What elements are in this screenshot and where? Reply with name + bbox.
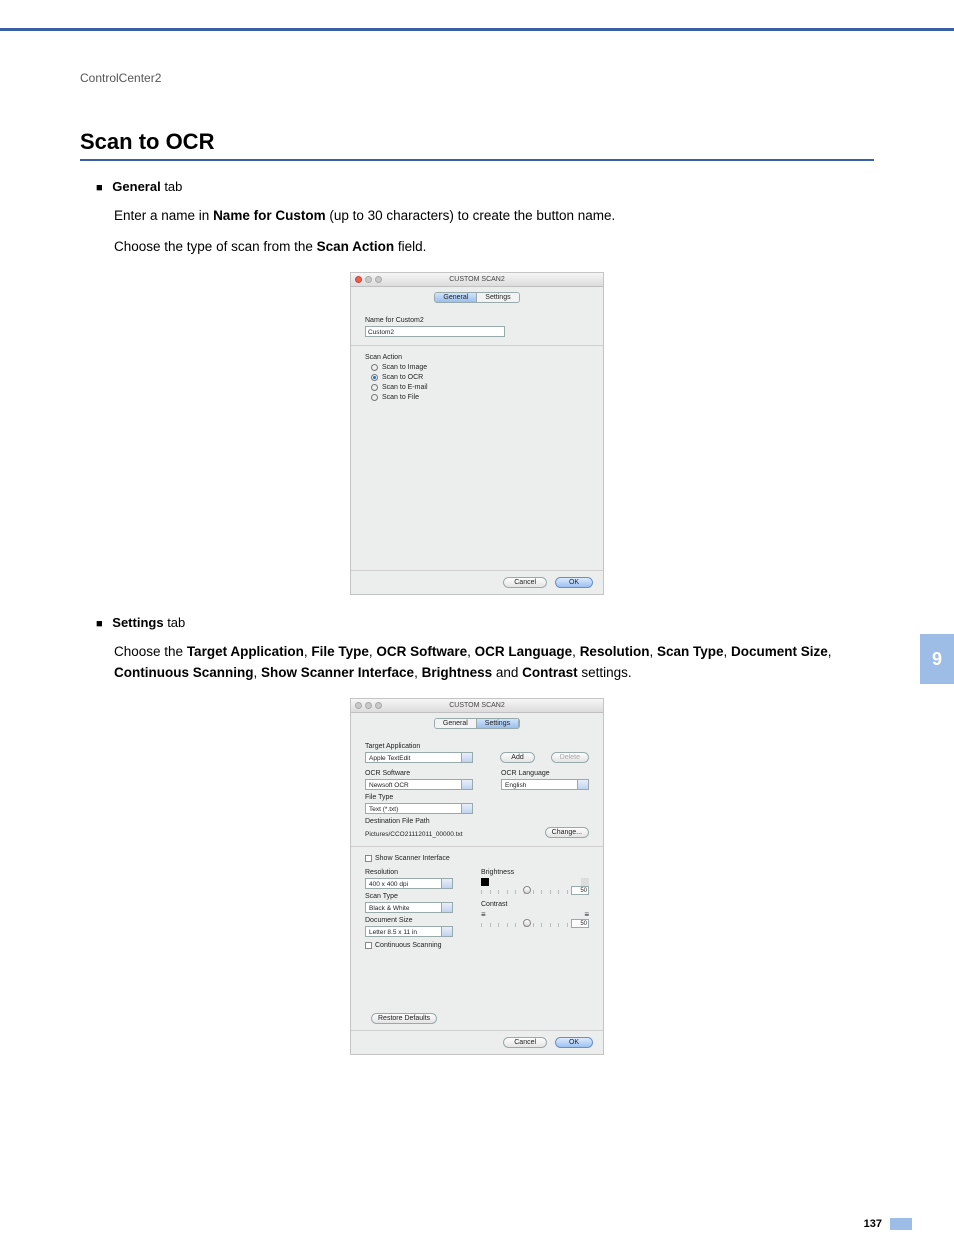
close-icon[interactable] bbox=[355, 702, 362, 709]
destination-path-label: Destination File Path bbox=[365, 818, 589, 825]
tab-settings[interactable]: Settings bbox=[477, 293, 518, 302]
dialog-general: CUSTOM SCAN2 General Settings Name for C… bbox=[350, 272, 604, 595]
target-application-select[interactable]: Apple TextEdit▴▾ bbox=[365, 752, 473, 763]
cancel-button[interactable]: Cancel bbox=[503, 1037, 547, 1048]
radio-scan-to-email[interactable]: Scan to E-mail bbox=[371, 384, 589, 391]
page-title: Scan to OCR bbox=[80, 129, 874, 161]
close-icon[interactable] bbox=[355, 276, 362, 283]
show-scanner-checkbox[interactable]: Show Scanner Interface bbox=[365, 855, 589, 862]
square-bullet-icon: ■ bbox=[96, 618, 103, 630]
file-type-select[interactable]: Text (*.txt)▴▾ bbox=[365, 803, 473, 814]
dialog-title: CUSTOM SCAN2 bbox=[449, 276, 505, 283]
name-for-custom-label: Name for Custom2 bbox=[365, 317, 589, 324]
continuous-scanning-checkbox[interactable]: Continuous Scanning bbox=[365, 942, 457, 949]
brightness-light-icon bbox=[581, 878, 589, 886]
dialog-titlebar: CUSTOM SCAN2 bbox=[351, 273, 603, 287]
tab-settings[interactable]: Settings bbox=[477, 719, 519, 728]
page-number-bar bbox=[890, 1218, 912, 1230]
brightness-slider[interactable] bbox=[481, 887, 568, 893]
ok-button[interactable]: OK bbox=[555, 1037, 593, 1048]
brightness-dark-icon bbox=[481, 878, 489, 886]
body-line-2: Choose the type of scan from the Scan Ac… bbox=[114, 237, 874, 258]
bullet-general: ■ General tab bbox=[96, 179, 874, 194]
contrast-high-icon: ≡ bbox=[584, 910, 589, 919]
ok-button[interactable]: OK bbox=[555, 577, 593, 588]
contrast-low-icon: ≡ bbox=[481, 910, 486, 919]
target-application-label: Target Application bbox=[365, 743, 589, 750]
scan-type-label: Scan Type bbox=[365, 893, 457, 900]
contrast-label: Contrast bbox=[481, 901, 589, 908]
ocr-language-select[interactable]: English▴▾ bbox=[501, 779, 589, 790]
window-controls[interactable] bbox=[355, 276, 382, 283]
square-bullet-icon: ■ bbox=[96, 182, 103, 194]
radio-scan-to-file[interactable]: Scan to File bbox=[371, 394, 589, 401]
resolution-label: Resolution bbox=[365, 869, 457, 876]
name-for-custom-input[interactable]: Custom2 bbox=[365, 326, 505, 337]
restore-defaults-button[interactable]: Restore Defaults bbox=[371, 1013, 437, 1024]
file-type-label: File Type bbox=[365, 794, 589, 801]
radio-scan-to-ocr[interactable]: Scan to OCR bbox=[371, 374, 589, 381]
ocr-software-select[interactable]: Newsoft OCR▴▾ bbox=[365, 779, 473, 790]
cancel-button[interactable]: Cancel bbox=[503, 577, 547, 588]
tab-general[interactable]: General bbox=[435, 719, 477, 728]
dialog-settings: CUSTOM SCAN2 General Settings Target App… bbox=[350, 698, 604, 1055]
resolution-select[interactable]: 400 x 400 dpi▴▾ bbox=[365, 878, 453, 889]
scan-type-select[interactable]: Black & White▴▾ bbox=[365, 902, 453, 913]
tab-bar: General Settings bbox=[351, 287, 603, 309]
ocr-language-label: OCR Language bbox=[501, 770, 589, 777]
tab-bar: General Settings bbox=[351, 713, 603, 735]
dialog-titlebar: CUSTOM SCAN2 bbox=[351, 699, 603, 713]
add-button[interactable]: Add bbox=[500, 752, 534, 763]
destination-path-value: Pictures/CCO21112011_00000.txt bbox=[365, 831, 463, 838]
body-settings-desc: Choose the Target Application, File Type… bbox=[114, 642, 874, 684]
document-size-select[interactable]: Letter 8.5 x 11 in▴▾ bbox=[365, 926, 453, 937]
breadcrumb: ControlCenter2 bbox=[80, 71, 874, 85]
change-button[interactable]: Change... bbox=[545, 827, 589, 838]
minimize-icon[interactable] bbox=[365, 702, 372, 709]
zoom-icon[interactable] bbox=[375, 276, 382, 283]
delete-button[interactable]: Delete bbox=[551, 752, 589, 763]
brightness-value[interactable]: 50 bbox=[571, 886, 589, 895]
dialog-title: CUSTOM SCAN2 bbox=[449, 702, 505, 709]
document-size-label: Document Size bbox=[365, 917, 457, 924]
scan-action-label: Scan Action bbox=[365, 354, 589, 361]
tab-general[interactable]: General bbox=[435, 293, 477, 302]
brightness-label: Brightness bbox=[481, 869, 589, 876]
contrast-value[interactable]: 50 bbox=[571, 919, 589, 928]
zoom-icon[interactable] bbox=[375, 702, 382, 709]
bullet-settings: ■ Settings tab bbox=[96, 615, 874, 630]
minimize-icon[interactable] bbox=[365, 276, 372, 283]
contrast-slider[interactable] bbox=[481, 920, 568, 926]
ocr-software-label: OCR Software bbox=[365, 770, 473, 777]
body-line-1: Enter a name in Name for Custom (up to 3… bbox=[114, 206, 874, 227]
radio-scan-to-image[interactable]: Scan to Image bbox=[371, 364, 589, 371]
chapter-tab: 9 bbox=[920, 634, 954, 684]
page-number: 137 bbox=[864, 1218, 882, 1230]
window-controls[interactable] bbox=[355, 702, 382, 709]
